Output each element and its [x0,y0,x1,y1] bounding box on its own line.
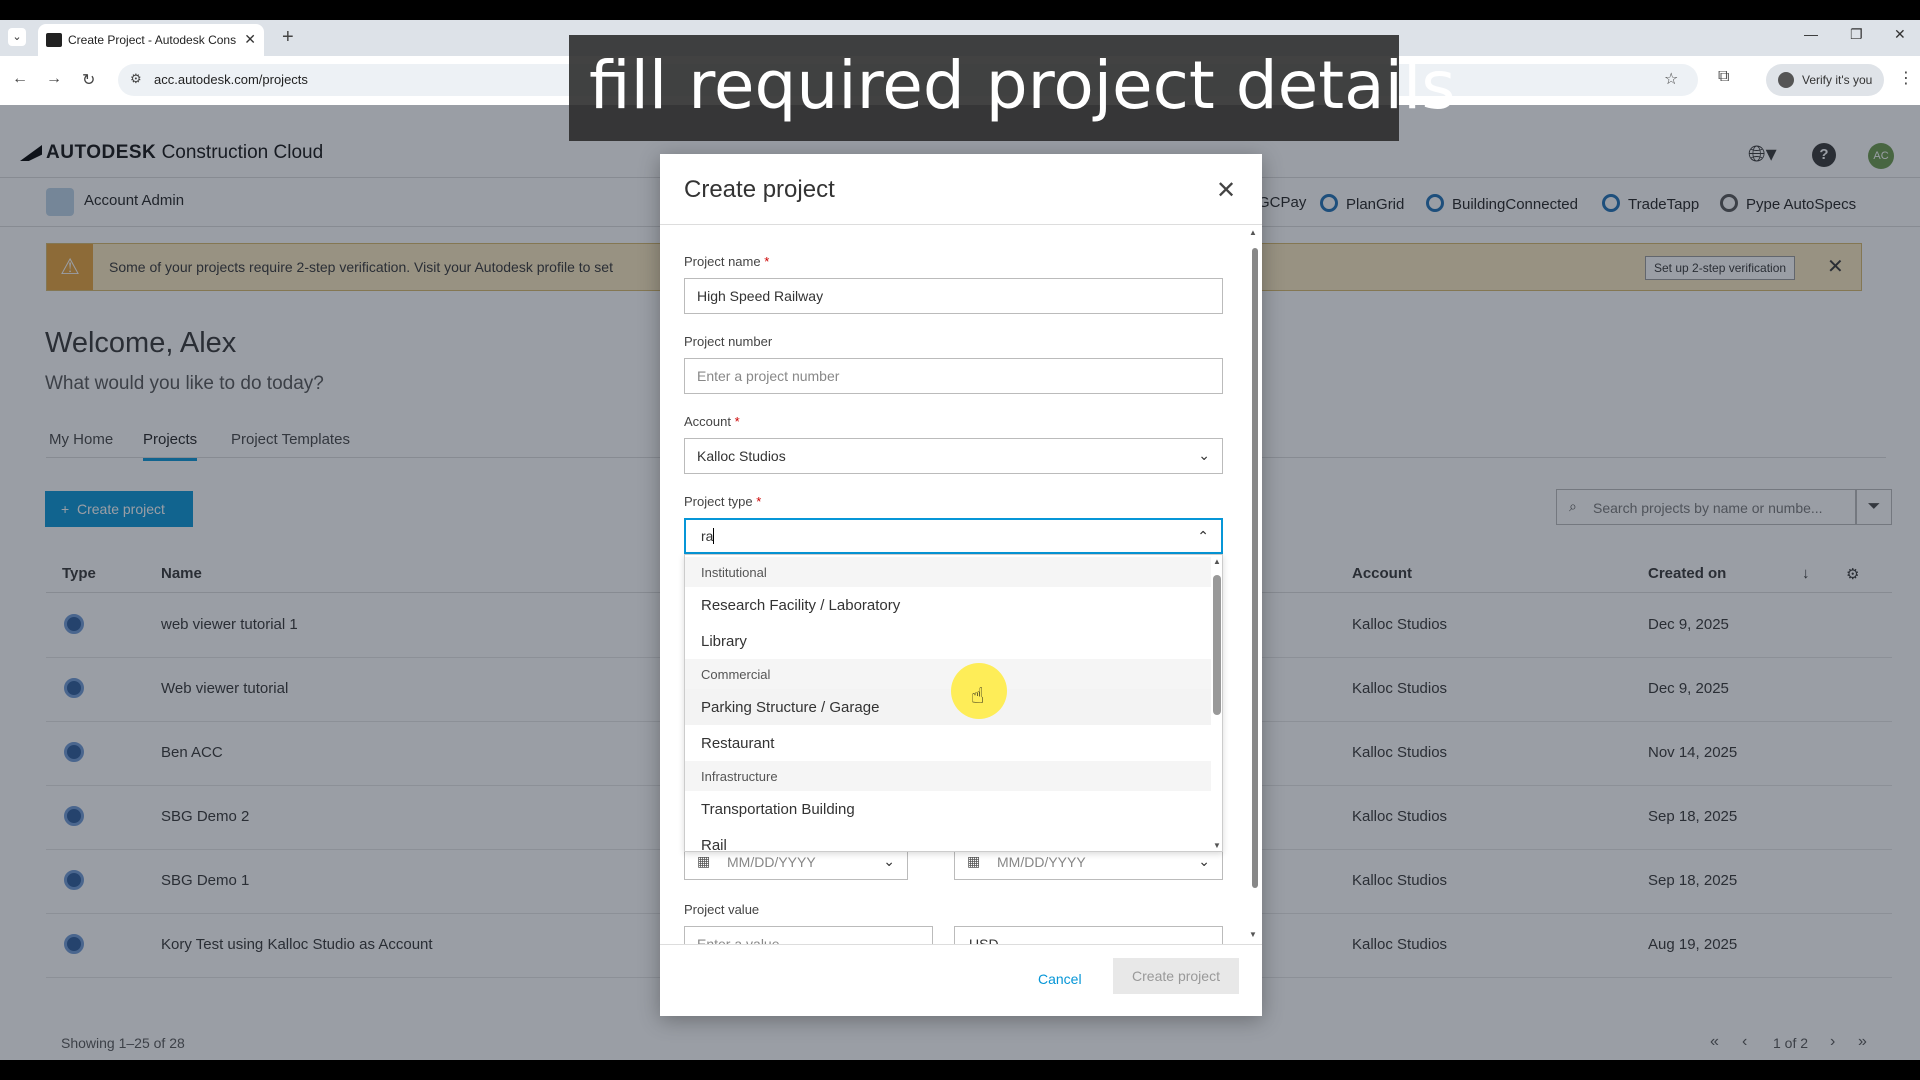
project-type-option[interactable]: Research Facility / Laboratory [685,587,1211,623]
reload-icon[interactable]: ↻ [82,70,95,90]
dialog-title: Create project [684,176,835,203]
extensions-icon[interactable]: ⧉ [1718,68,1729,86]
project-type-combobox[interactable]: ra ⌃ [684,518,1223,554]
close-window-icon[interactable]: ✕ [1894,26,1906,43]
required-marker: * [734,414,740,429]
close-tab-icon[interactable]: ✕ [244,31,256,48]
label-text: Project name [684,254,761,269]
dialog-footer: Cancel Create project [660,944,1262,1016]
project-type-option[interactable]: Library [685,623,1211,659]
verify-button[interactable]: Verify it's you [1766,64,1884,96]
project-type-label: Project type * [684,494,761,509]
scroll-up-icon[interactable]: ▲ [1249,228,1257,237]
project-type-option[interactable]: Rail [685,827,1211,851]
project-value-label: Project value [684,902,760,917]
calendar-icon: ▦ [967,853,981,869]
label-text: Account [684,414,731,429]
verify-label: Verify it's you [1802,73,1873,87]
chevron-down-icon: ⌄ [1198,853,1210,869]
hand-pointer-icon: ☝ [971,683,985,708]
back-icon[interactable]: ← [12,70,28,88]
calendar-icon: ▦ [697,853,711,869]
close-dialog-icon[interactable]: ✕ [1216,176,1236,205]
url-text: acc.autodesk.com/projects [154,72,308,87]
option-group-header: Infrastructure [685,761,1211,791]
tab-list-icon[interactable]: ⌄ [8,28,26,46]
cancel-button[interactable]: Cancel [1038,971,1082,987]
required-marker: * [764,254,770,269]
project-name-field[interactable]: High Speed Railway [684,278,1223,314]
listbox-scrollbar[interactable] [1211,569,1221,839]
project-type-query: ra [701,528,714,544]
list-scroll-up-icon[interactable]: ▲ [1213,557,1221,566]
project-type-listbox: Institutional Research Facility / Labora… [684,554,1223,852]
date-placeholder: MM/DD/YYYY [997,854,1086,870]
create-project-dialog: Create project ✕ ▲ ▼ Project name * High… [660,154,1262,1016]
date-placeholder: MM/DD/YYYY [727,854,816,870]
project-number-label: Project number [684,334,773,349]
listbox-scroll-thumb[interactable] [1213,575,1221,715]
chevron-down-icon: ⌄ [1198,447,1210,463]
create-project-submit-button[interactable]: Create project [1113,958,1239,994]
dialog-header-divider [660,224,1262,225]
account-value: Kalloc Studios [697,448,786,464]
account-label: Account * [684,414,740,429]
profile-icon [1778,72,1794,88]
forward-icon[interactable]: → [46,70,62,88]
account-select[interactable]: Kalloc Studios ⌄ [684,438,1223,474]
autodesk-favicon-icon [46,33,62,47]
scroll-down-icon[interactable]: ▼ [1249,930,1257,939]
label-text: Project type [684,494,753,509]
site-info-icon[interactable]: ⚙ [130,71,142,87]
dialog-scrollbar[interactable] [1250,242,1258,890]
browser-menu-icon[interactable]: ⋮ [1898,68,1914,88]
minimize-icon[interactable]: — [1804,26,1818,42]
project-type-option[interactable]: Restaurant [685,725,1211,761]
project-number-field[interactable]: Enter a project number [684,358,1223,394]
browser-tab[interactable]: Create Project - Autodesk Construction C… [38,24,264,56]
list-scroll-down-icon[interactable]: ▼ [1213,841,1221,850]
required-marker: * [756,494,762,509]
option-group-header: Commercial [685,659,1211,689]
tutorial-caption: fill required project details [569,35,1456,141]
scrollbar-thumb[interactable] [1252,248,1258,888]
project-name-label: Project name * [684,254,769,269]
text-caret [713,528,715,544]
chevron-up-icon: ⌃ [1197,528,1209,544]
tab-title: Create Project - Autodesk Construction C… [68,33,236,47]
new-tab-icon[interactable]: + [282,26,294,49]
caption-text: fill required project details [589,47,1456,124]
project-type-option[interactable]: Parking Structure / Garage [685,689,1211,725]
restore-icon[interactable]: ❐ [1850,26,1863,43]
option-group-header: Institutional [685,557,1211,587]
bookmark-star-icon[interactable]: ☆ [1664,69,1678,89]
project-type-option[interactable]: Transportation Building [685,791,1211,827]
chevron-down-icon: ⌄ [883,853,895,869]
